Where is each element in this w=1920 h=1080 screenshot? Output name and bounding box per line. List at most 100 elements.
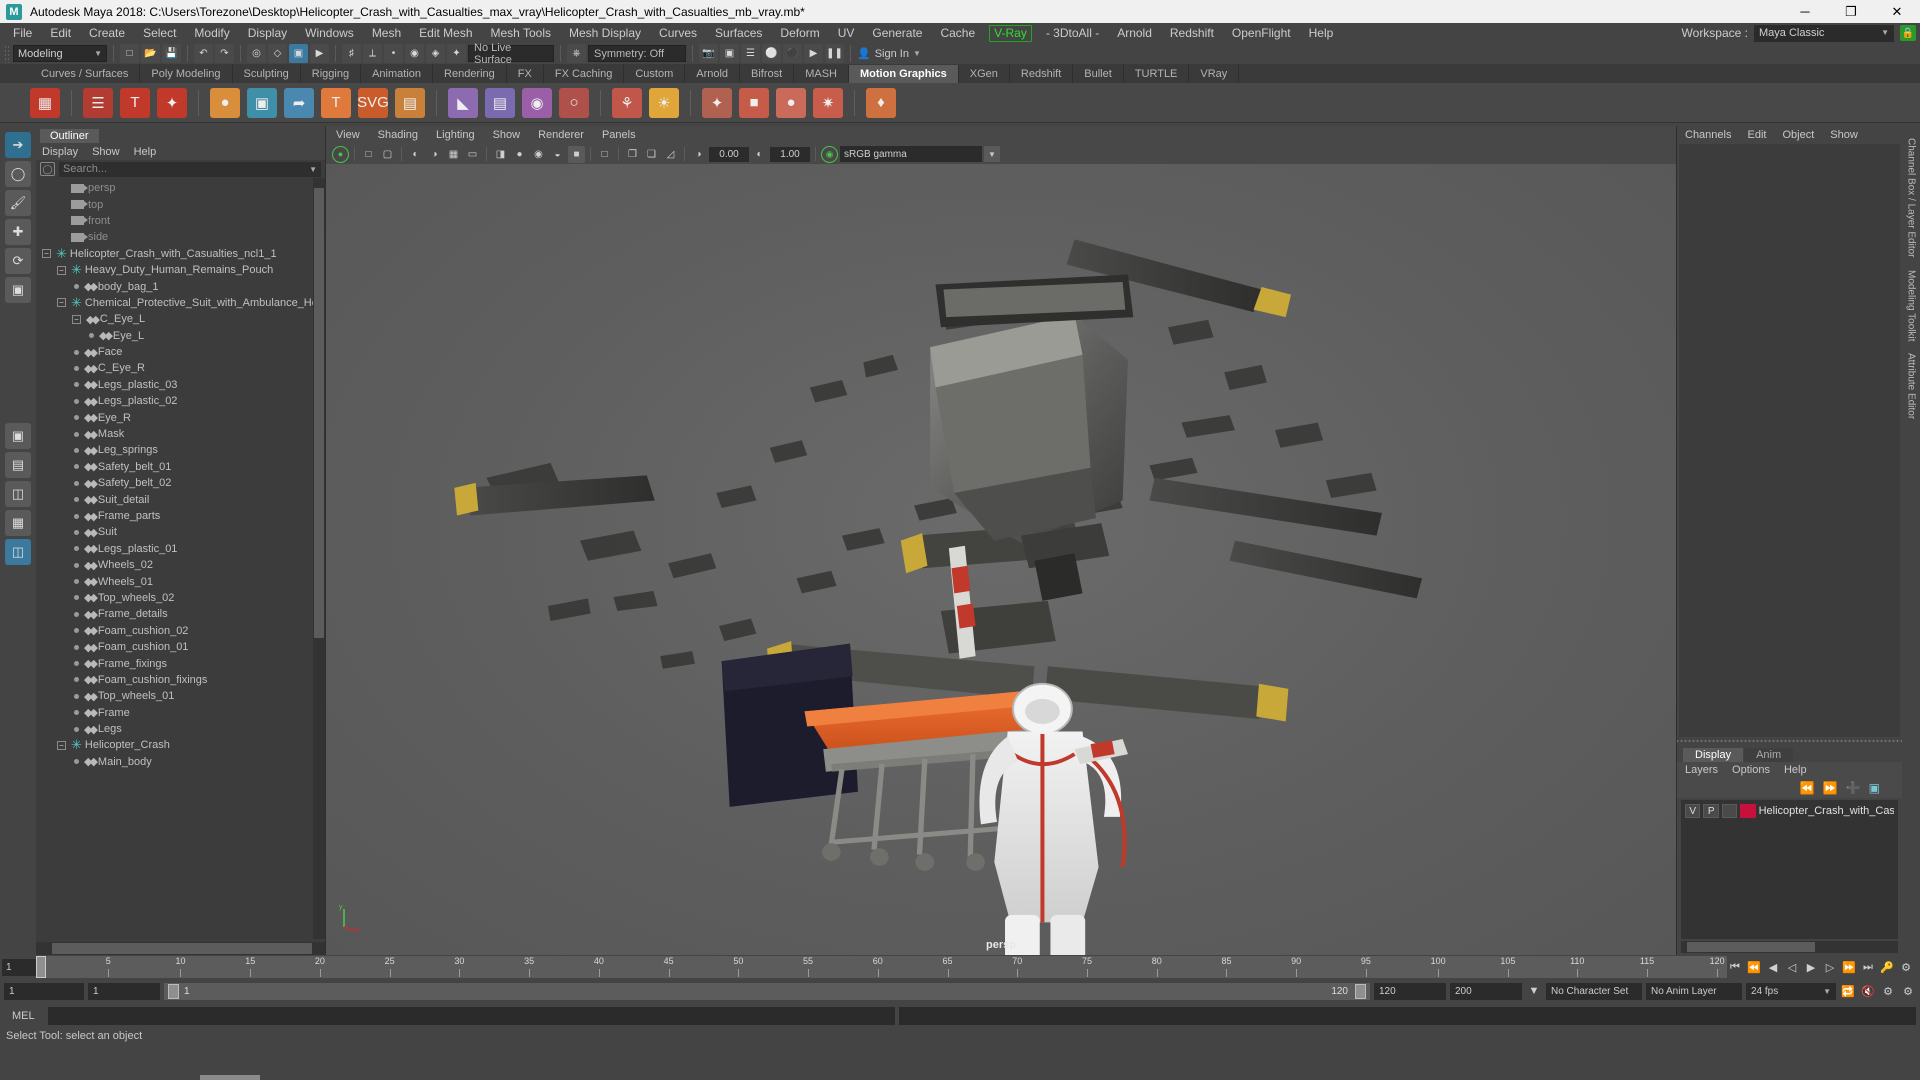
go-to-start-icon[interactable]: ⏮: [1727, 961, 1743, 974]
mash-trails-icon[interactable]: ✦: [157, 87, 187, 118]
persp-outliner-layout-button[interactable]: ▦: [5, 510, 31, 536]
shelf-tab-redshift[interactable]: Redshift: [1010, 65, 1074, 83]
anim-layer-dropdown[interactable]: No Anim Layer: [1646, 982, 1742, 1000]
film-gate-icon[interactable]: ▭: [464, 146, 481, 163]
command-feedback-area[interactable]: [899, 1007, 1916, 1025]
chevron-down-icon[interactable]: ▼: [984, 146, 1000, 162]
step-back-frame-icon[interactable]: ◀: [1765, 961, 1781, 974]
auto-keyframe-icon[interactable]: 🔑: [1879, 961, 1895, 974]
shelf-tab-vray[interactable]: VRay: [1189, 65, 1240, 83]
edit-menu[interactable]: Edit: [1747, 129, 1766, 141]
select-by-component-button[interactable]: ▣: [289, 44, 308, 63]
playback-end-time-field[interactable]: 120: [1374, 982, 1446, 1000]
menu-generate[interactable]: Generate: [863, 23, 931, 43]
filter-icon[interactable]: ◯: [40, 162, 55, 176]
shelf-tab-animation[interactable]: Animation: [361, 65, 434, 83]
rotate-tool-button[interactable]: ⟳: [5, 248, 31, 274]
two-pane-layout-button[interactable]: ◫: [5, 481, 31, 507]
outliner-item[interactable]: − ✳ Heavy_Duty_Human_Remains_Pouch: [36, 262, 325, 278]
range-start-handle[interactable]: [168, 983, 179, 999]
shelf-tab-xgen[interactable]: XGen: [959, 65, 1010, 83]
two-sided-lighting-icon[interactable]: ◐: [407, 146, 424, 163]
menu-arnold[interactable]: Arnold: [1108, 23, 1161, 43]
outliner-item[interactable]: ◆◆ Frame_parts: [36, 508, 325, 524]
open-scene-button[interactable]: 📂: [141, 44, 160, 63]
outliner-item[interactable]: ◆◆ Mask: [36, 426, 325, 442]
layer-playback-toggle[interactable]: P: [1703, 804, 1719, 818]
outliner-item[interactable]: ◆◆ Suit: [36, 524, 325, 540]
playback-start-time-field[interactable]: 1: [88, 982, 160, 1000]
expand-collapse-toggle[interactable]: −: [72, 314, 81, 324]
no-sound-icon[interactable]: 🔇: [1860, 985, 1876, 998]
outliner-item[interactable]: ◆◆ Legs_plastic_02: [36, 393, 325, 409]
outliner-item[interactable]: ◆◆ Face: [36, 344, 325, 360]
mash-placer-icon[interactable]: ■: [739, 87, 769, 118]
outliner-menu-display[interactable]: Display: [42, 146, 78, 158]
shelf-tab-custom[interactable]: Custom: [624, 65, 686, 83]
outliner-item[interactable]: persp: [36, 180, 325, 196]
character-set-dropdown[interactable]: No Character Set: [1546, 982, 1642, 1000]
image-plane-icon[interactable]: ▢: [379, 146, 396, 163]
tab-modeling-toolkit[interactable]: Modeling Toolkit: [1905, 264, 1918, 348]
shelf-tab-sculpting[interactable]: Sculpting: [233, 65, 301, 83]
symmetry-icon[interactable]: ⎈: [567, 44, 586, 63]
menu-vray[interactable]: V-Ray: [989, 24, 1032, 42]
playback-speed-dropdown[interactable]: 24 fps ▼: [1746, 982, 1836, 1000]
animation-preferences-icon[interactable]: ⚙: [1898, 961, 1914, 974]
step-forward-key-icon[interactable]: ⏩: [1841, 961, 1857, 974]
outliner-item[interactable]: ◆◆ Legs_plastic_03: [36, 377, 325, 393]
channels-menu[interactable]: Channels: [1685, 129, 1731, 141]
layers-menu[interactable]: Layers: [1685, 764, 1718, 776]
toolbar-grip[interactable]: [4, 44, 11, 63]
xray-active-components-icon[interactable]: ❑: [643, 146, 660, 163]
mel-command-input[interactable]: [48, 1007, 896, 1025]
expand-collapse-toggle[interactable]: −: [42, 249, 51, 259]
layer-row[interactable]: V P Helicopter_Crash_with_Casual: [1681, 803, 1898, 819]
outliner-vertical-scrollbar[interactable]: [313, 178, 325, 939]
menu-3dtoall[interactable]: - 3DtoAll -: [1037, 23, 1108, 43]
hardware-texture-icon[interactable]: ◒: [549, 146, 566, 163]
xray-joints-icon[interactable]: ❐: [624, 146, 641, 163]
tab-channel-box-layer-editor[interactable]: Channel Box / Layer Editor: [1905, 132, 1918, 264]
lasso-tool-button[interactable]: ◯: [5, 161, 31, 187]
outliner-item[interactable]: − ◆◆ C_Eye_L: [36, 311, 325, 327]
select-mask-button[interactable]: ▶: [310, 44, 329, 63]
current-frame-field[interactable]: 1: [2, 958, 36, 976]
exposure-icon[interactable]: ◑: [690, 146, 707, 163]
bookmark-icon[interactable]: □: [360, 146, 377, 163]
range-end-handle[interactable]: [1355, 983, 1366, 999]
scale-tool-button[interactable]: ▣: [5, 277, 31, 303]
menu-create[interactable]: Create: [80, 23, 134, 43]
lock-icon[interactable]: 🔒: [1900, 25, 1916, 41]
render-view-button[interactable]: ⚫: [783, 44, 802, 63]
wireframe-icon[interactable]: ◨: [492, 146, 509, 163]
save-scene-button[interactable]: 💾: [162, 44, 181, 63]
preferences-icon[interactable]: ⚙: [1900, 985, 1916, 998]
mash-dynamics-icon[interactable]: ◣: [448, 87, 478, 118]
menu-mesh-tools[interactable]: Mesh Tools: [482, 23, 560, 43]
outliner-item[interactable]: ◆◆ Main_body: [36, 754, 325, 770]
snap-to-view-plane-button[interactable]: ◈: [426, 44, 445, 63]
exposure-value[interactable]: 0.00: [709, 146, 749, 162]
exposure-reset-icon[interactable]: ◿: [662, 146, 679, 163]
mash-flight-icon[interactable]: ✦: [702, 87, 732, 118]
time-slider[interactable]: 5 10 15 20 25 30 35 40 45 50 55 60 65 70 75 80 85 90 95 100…: [36, 956, 1727, 978]
outliner-item[interactable]: ◆◆ Top_wheels_02: [36, 590, 325, 606]
gamma-value[interactable]: 1.00: [770, 146, 810, 162]
menu-deform[interactable]: Deform: [771, 23, 828, 43]
shelf-tab-bifrost[interactable]: Bifrost: [740, 65, 795, 83]
outliner-item[interactable]: ◆◆ Eye_L: [36, 328, 325, 344]
color-management-icon[interactable]: ◉: [821, 145, 838, 163]
outliner-item[interactable]: ◆◆ Safety_belt_01: [36, 459, 325, 475]
scrollbar-thumb[interactable]: [52, 943, 312, 954]
outliner-item[interactable]: ◆◆ C_Eye_R: [36, 360, 325, 376]
outliner-item[interactable]: ◆◆ Frame_details: [36, 606, 325, 622]
paint-select-tool-button[interactable]: 🖌: [5, 190, 31, 216]
outliner-item[interactable]: ◆◆ Wheels_02: [36, 557, 325, 573]
animation-settings-icon[interactable]: ⚙: [1880, 985, 1896, 998]
perspective-viewport[interactable]: y x persp: [326, 164, 1676, 955]
outliner-item[interactable]: front: [36, 213, 325, 229]
shelf-tab-turtle[interactable]: TURTLE: [1124, 65, 1190, 83]
mash-light-icon[interactable]: ☀: [649, 87, 679, 118]
mash-repro-icon[interactable]: ⚘: [612, 87, 642, 118]
